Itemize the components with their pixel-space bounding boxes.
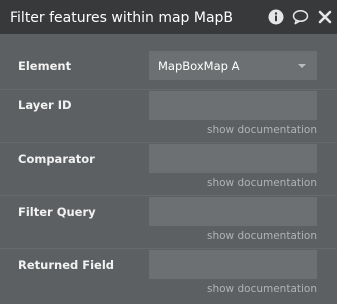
comment-icon[interactable] [292,9,309,25]
returned-field-label: Returned Field [18,258,115,272]
filter-query-input[interactable] [149,197,317,226]
element-row: Element MapBoxMap A [0,34,337,96]
comparator-label: Comparator [18,152,95,166]
layer-id-row: Layer ID show documentation [0,90,337,143]
element-select-value: MapBoxMap A [158,59,240,73]
layer-id-show-documentation-link[interactable]: show documentation [207,124,317,136]
filter-query-show-documentation-link[interactable]: show documentation [207,230,317,242]
action-properties-panel: Filter features within map MapB Element … [0,0,337,304]
comparator-row: Comparator show documentation [0,143,337,196]
filter-query-label: Filter Query [18,205,96,219]
panel-title: Filter features within map MapB [10,10,234,26]
element-label: Element [18,59,72,73]
returned-field-input[interactable] [149,250,317,279]
chevron-down-icon [298,64,306,68]
info-icon[interactable] [268,9,284,25]
panel-header: Filter features within map MapB [0,0,337,34]
filter-query-row: Filter Query show documentation [0,196,337,249]
close-icon[interactable] [318,9,334,25]
returned-field-show-documentation-link[interactable]: show documentation [207,283,317,295]
comparator-input[interactable] [149,144,317,173]
returned-field-row: Returned Field show documentation [0,249,337,304]
layer-id-label: Layer ID [18,98,72,112]
comparator-show-documentation-link[interactable]: show documentation [207,177,317,189]
layer-id-input[interactable] [149,91,317,120]
element-select[interactable]: MapBoxMap A [149,51,317,80]
